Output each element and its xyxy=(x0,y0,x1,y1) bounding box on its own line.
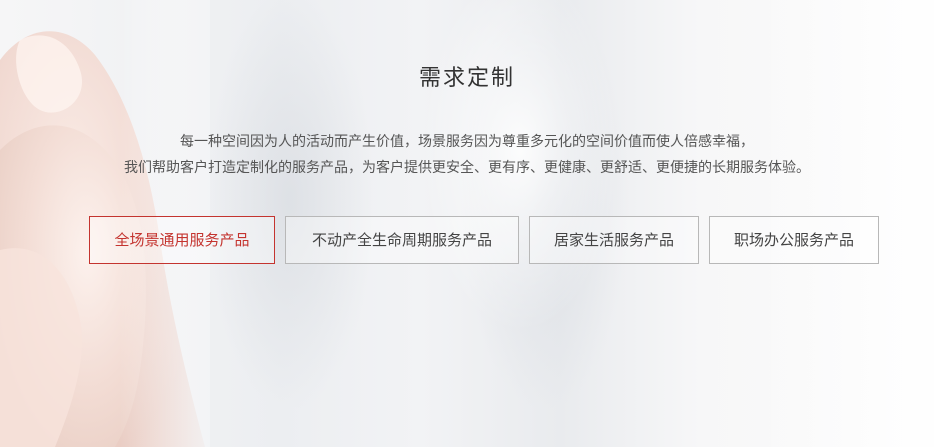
tab-all-scene-services[interactable]: 全场景通用服务产品 xyxy=(89,216,275,264)
section-description: 每一种空间因为人的活动而产生价值，场景服务因为尊重多元化的空间价值而使人倍感幸福… xyxy=(0,129,934,181)
description-line-2: 我们帮助客户打造定制化的服务产品，为客户提供更安全、更有序、更健康、更舒适、更便… xyxy=(124,160,810,176)
tab-real-estate-lifecycle-services[interactable]: 不动产全生命周期服务产品 xyxy=(285,216,519,264)
tab-office-workplace-services[interactable]: 职场办公服务产品 xyxy=(709,216,879,264)
description-line-1: 每一种空间因为人的活动而产生价值，场景服务因为尊重多元化的空间价值而使人倍感幸福… xyxy=(180,134,754,150)
customization-section: 需求定制 每一种空间因为人的活动而产生价值，场景服务因为尊重多元化的空间价值而使… xyxy=(0,0,934,447)
section-title: 需求定制 xyxy=(418,66,515,91)
tab-home-living-services[interactable]: 居家生活服务产品 xyxy=(529,216,699,264)
page: 需求定制 每一种空间因为人的活动而产生价值，场景服务因为尊重多元化的空间价值而使… xyxy=(0,0,934,447)
